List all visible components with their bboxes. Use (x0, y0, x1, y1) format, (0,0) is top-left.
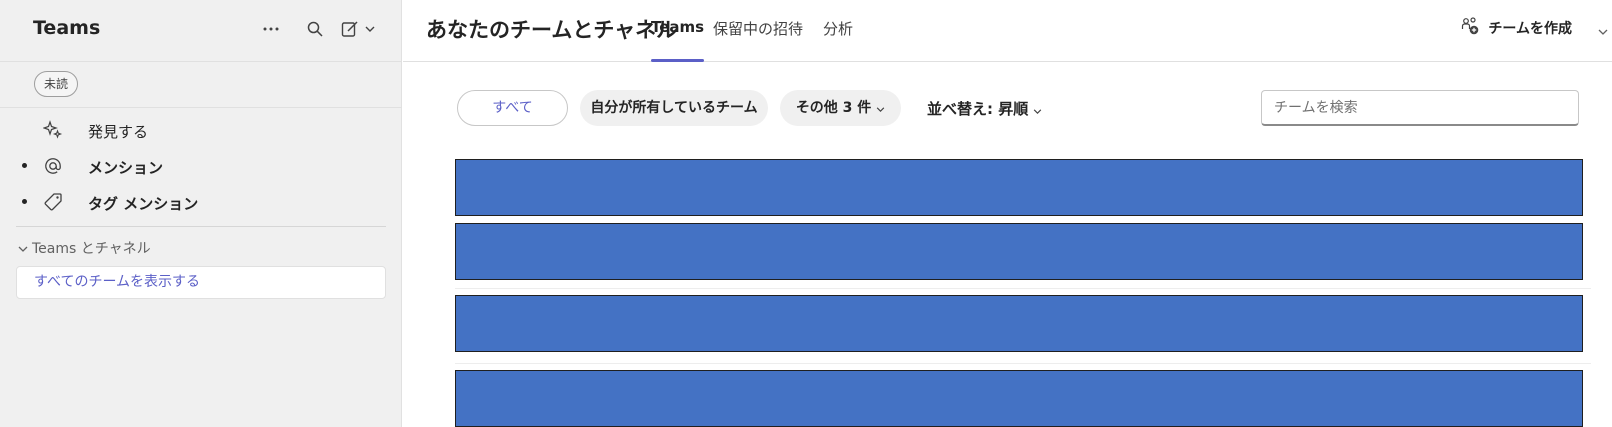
chevron-down-icon[interactable] (1598, 20, 1608, 39)
tab-teams[interactable]: Teams (651, 18, 705, 62)
sidebar-item-mentions[interactable]: メンション (0, 149, 402, 183)
chevron-down-icon (1033, 100, 1042, 118)
at-mention-icon (42, 155, 64, 177)
team-row-redacted[interactable] (455, 295, 1583, 352)
sort-dropdown[interactable]: 並べ替え: 昇順 (927, 98, 1042, 119)
active-tab-indicator (651, 59, 705, 62)
sidebar-item-tag-mentions[interactable]: タグ メンション (0, 185, 402, 219)
team-row-redacted[interactable] (455, 370, 1583, 427)
page-title: あなたのチームとチャネル (426, 18, 678, 42)
chevron-down-icon[interactable] (360, 16, 380, 42)
unread-dot (22, 163, 27, 168)
sidebar-item-discover[interactable]: 発見する (0, 113, 402, 147)
sidebar-item-label: 発見する (88, 123, 149, 141)
row-divider (455, 288, 1591, 289)
chevron-down-icon (876, 100, 885, 116)
filter-more-label: その他 3 件 (795, 100, 872, 116)
show-all-teams-link[interactable]: すべてのチームを表示する (16, 266, 386, 299)
discover-sparkle-icon (42, 119, 64, 141)
filter-more-button[interactable]: その他 3 件 (780, 90, 901, 126)
tag-icon (42, 191, 64, 213)
unread-dot (22, 199, 27, 204)
filter-owned-teams-button[interactable]: 自分が所有しているチーム (580, 90, 768, 126)
sidebar-item-label: タグ メンション (88, 195, 199, 213)
top-bar: あなたのチームとチャネル Teams 保留中の招待 分析 チームを作成 (403, 0, 1612, 62)
team-row-redacted[interactable] (455, 223, 1583, 280)
create-team-icon (1460, 16, 1480, 40)
sidebar-title: Teams (33, 17, 101, 39)
filter-all-button[interactable]: すべて (457, 90, 568, 126)
filter-row: 未読 (0, 62, 402, 108)
sidebar-item-label: メンション (88, 159, 164, 177)
teams-app: Teams 未読 発見する メンション タグ メンション Teams とチャネル… (0, 0, 1612, 427)
chevron-down-icon (18, 240, 28, 256)
tab-analytics[interactable]: 分析 (823, 18, 853, 62)
sort-label: 並べ替え: 昇順 (927, 100, 1029, 118)
sidebar: Teams 未読 発見する メンション タグ メンション Teams とチャネル… (0, 0, 402, 427)
unread-filter-chip[interactable]: 未読 (34, 71, 79, 97)
sidebar-header: Teams (0, 0, 402, 62)
row-divider (455, 363, 1591, 364)
teams-channels-section-toggle[interactable]: Teams とチャネル (18, 238, 151, 258)
create-team-button[interactable]: チームを作成 (1460, 16, 1572, 40)
sidebar-divider (16, 226, 386, 227)
more-options-icon[interactable] (258, 16, 284, 42)
section-header-label: Teams とチャネル (32, 241, 151, 257)
tab-label: Teams (651, 18, 705, 36)
team-row-redacted[interactable] (455, 159, 1583, 216)
search-icon[interactable] (302, 16, 328, 42)
tab-pending-invites[interactable]: 保留中の招待 (713, 18, 803, 62)
team-search-input[interactable] (1261, 90, 1579, 126)
create-team-label: チームを作成 (1488, 21, 1572, 37)
main-content: あなたのチームとチャネル Teams 保留中の招待 分析 チームを作成 すべて … (403, 0, 1612, 427)
